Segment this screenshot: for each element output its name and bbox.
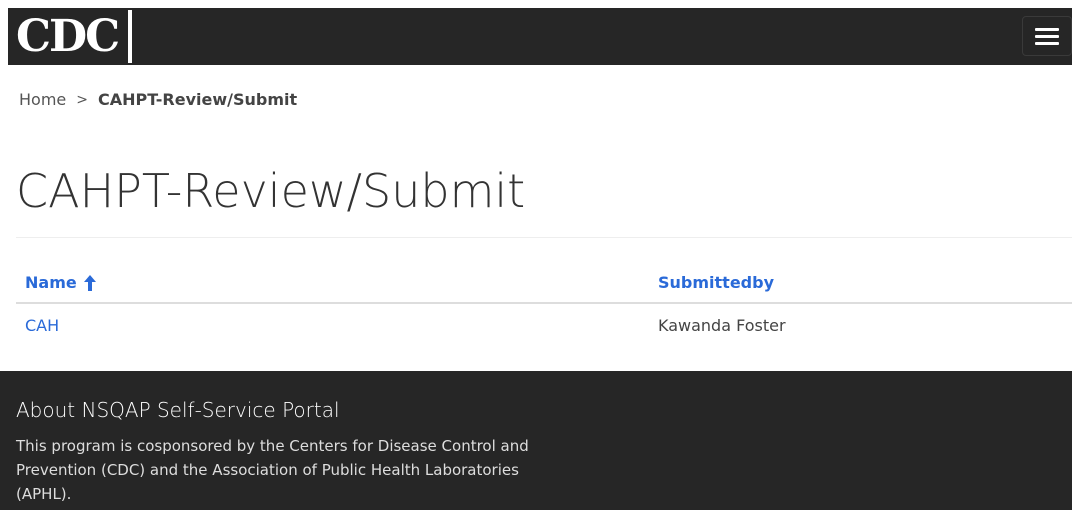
logo-divider — [128, 10, 132, 63]
footer-heading: About NSQAP Self-Service Portal — [16, 398, 340, 422]
top-navbar: CDC — [8, 8, 1072, 65]
submissions-table: Name Submittedby CAH Kawanda Foster — [16, 262, 1072, 350]
breadcrumb-current: CAHPT-Review/Submit — [97, 90, 298, 109]
page-title: CAHPT-Review/Submit — [16, 164, 526, 218]
arrow-up-icon — [83, 274, 96, 291]
breadcrumb: Home > CAHPT-Review/Submit — [19, 90, 297, 109]
menu-line — [1035, 27, 1059, 31]
menu-line — [1035, 41, 1059, 45]
breadcrumb-separator: > — [76, 91, 88, 108]
column-header-name[interactable]: Name — [25, 273, 97, 292]
page-footer: About NSQAP Self-Service Portal This pro… — [0, 371, 1072, 510]
column-header-submittedby-label: Submittedby — [658, 273, 775, 292]
cdc-logo[interactable]: CDC — [16, 8, 124, 65]
title-divider — [16, 237, 1072, 238]
table-row: CAH Kawanda Foster — [16, 304, 1072, 350]
footer-text: This program is cosponsored by the Cente… — [16, 437, 529, 503]
column-header-name-label: Name — [25, 273, 77, 292]
hamburger-menu-icon[interactable] — [1022, 16, 1072, 56]
column-header-submittedby[interactable]: Submittedby — [658, 273, 774, 292]
table-header-row: Name Submittedby — [16, 262, 1072, 304]
row-name-link[interactable]: CAH — [25, 316, 59, 335]
menu-line — [1035, 34, 1059, 38]
breadcrumb-home-link[interactable]: Home — [19, 90, 66, 109]
row-submittedby: Kawanda Foster — [658, 316, 786, 335]
